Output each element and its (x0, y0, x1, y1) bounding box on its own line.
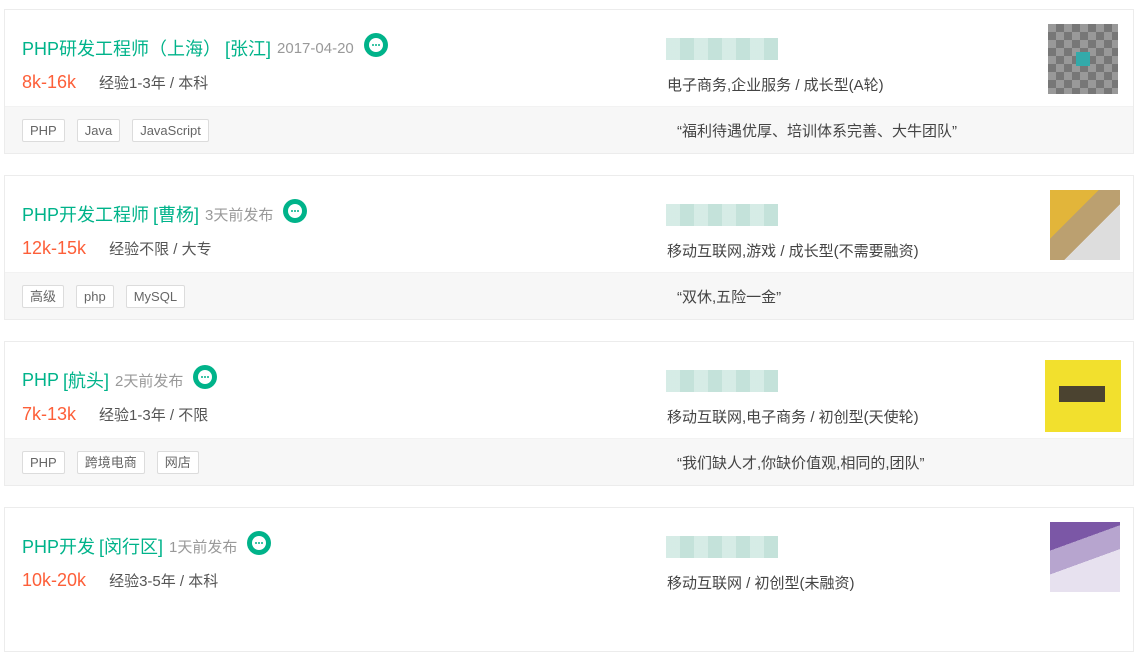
company-advantage: “福利待遇优厚、培训体系完善、大牛团队” (677, 123, 957, 140)
job-tag[interactable]: 高级 (22, 285, 65, 308)
job-tag[interactable]: php (76, 285, 114, 308)
job-district[interactable]: [航头] (63, 367, 109, 393)
job-card[interactable]: PHP开发工程师 [曹杨] 3天前发布 12k-15k 经验不限 / 大专 移动… (4, 175, 1134, 320)
job-tag[interactable]: JavaScript (132, 119, 209, 142)
job-title-link[interactable]: PHP开发工程师 [曹杨] 3天前发布 (22, 199, 308, 227)
job-salary: 8k-16k (22, 72, 77, 92)
job-title[interactable]: PHP开发 (22, 533, 95, 559)
chat-icon[interactable] (247, 531, 272, 555)
job-salary: 7k-13k (22, 404, 77, 424)
job-tag[interactable]: 跨境电商 (76, 451, 145, 474)
job-title-link[interactable]: PHP研发工程师（上海） [张江] 2017-04-20 (22, 33, 388, 61)
company-info: 移动互联网,游戏 / 成长型(不需要融资) (667, 243, 919, 260)
company-name-blurred[interactable] (666, 370, 778, 392)
company-logo[interactable] (1045, 360, 1121, 432)
company-logo[interactable] (1050, 522, 1120, 592)
job-requirements: 经验不限 / 大专 (109, 241, 212, 258)
company-name-blurred[interactable] (666, 38, 778, 60)
company-advantage: “我们缺人才,你缺价值观,相同的,团队” (677, 455, 925, 472)
job-title[interactable]: PHP (22, 370, 59, 391)
job-requirements: 经验1-3年 / 本科 (99, 75, 209, 92)
job-tag[interactable]: PHP (22, 451, 65, 474)
job-district[interactable]: [闵行区] (99, 533, 163, 559)
job-title[interactable]: PHP研发工程师（上海） (22, 35, 221, 61)
job-date: 2017-04-20 (277, 39, 354, 57)
company-name-blurred[interactable] (666, 204, 778, 226)
job-tag[interactable]: MySQL (125, 285, 186, 308)
job-date: 3天前发布 (205, 206, 274, 224)
tag-list: PHP 跨境电商 网店 (22, 451, 199, 474)
chat-icon[interactable] (363, 33, 388, 57)
company-logo[interactable] (1048, 24, 1118, 94)
chat-icon[interactable] (283, 199, 308, 223)
company-advantage: “双休,五险一金” (677, 289, 782, 306)
job-card[interactable]: PHP开发 [闵行区] 1天前发布 10k-20k 经验3-5年 / 本科 移动… (4, 507, 1134, 652)
job-requirements: 经验3-5年 / 本科 (109, 573, 219, 590)
job-title[interactable]: PHP开发工程师 (22, 201, 149, 227)
company-info: 移动互联网 / 初创型(未融资) (667, 575, 855, 592)
tag-list: PHP Java JavaScript (22, 119, 209, 142)
company-name-blurred[interactable] (666, 536, 778, 558)
company-info: 移动互联网,电子商务 / 初创型(天使轮) (667, 409, 919, 426)
company-info: 电子商务,企业服务 / 成长型(A轮) (667, 77, 884, 94)
company-logo[interactable] (1050, 190, 1120, 260)
chat-icon[interactable] (193, 365, 218, 389)
job-district[interactable]: [曹杨] (153, 201, 199, 227)
job-date: 1天前发布 (169, 538, 238, 556)
job-title-link[interactable]: PHP [航头] 2天前发布 (22, 365, 218, 393)
job-tag[interactable]: 网店 (156, 451, 199, 474)
job-date: 2天前发布 (115, 372, 184, 390)
job-salary: 12k-15k (22, 238, 87, 258)
job-tag[interactable]: Java (76, 119, 121, 142)
job-title-link[interactable]: PHP开发 [闵行区] 1天前发布 (22, 531, 272, 559)
job-district[interactable]: [张江] (225, 35, 271, 61)
job-tag[interactable]: PHP (22, 119, 65, 142)
job-card[interactable]: PHP研发工程师（上海） [张江] 2017-04-20 8k-16k 经验1-… (4, 9, 1134, 154)
tag-list: 高级 php MySQL (22, 285, 186, 308)
job-requirements: 经验1-3年 / 不限 (99, 407, 209, 424)
job-card[interactable]: PHP [航头] 2天前发布 7k-13k 经验1-3年 / 不限 移动互联网,… (4, 341, 1134, 486)
job-salary: 10k-20k (22, 570, 87, 590)
